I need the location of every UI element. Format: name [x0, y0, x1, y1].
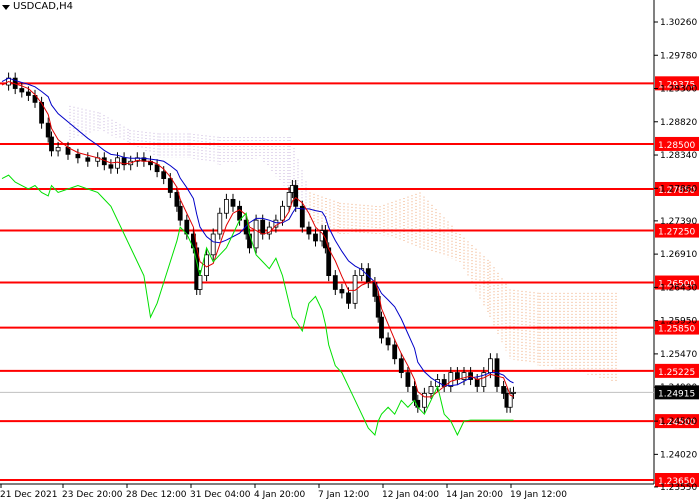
y-tick-label: 1.27860 [660, 184, 697, 194]
candle-body [474, 379, 480, 387]
candle-body [45, 122, 51, 138]
y-tick-label: 1.24500 [660, 417, 697, 427]
chikou-line [1, 174, 514, 437]
candle-body [174, 192, 180, 207]
candle-body [428, 386, 434, 394]
y-tick-label: 1.25470 [660, 350, 697, 360]
candle-body [25, 91, 31, 96]
candle-body [223, 198, 229, 214]
price-chart: 1.293751.285001.278501.272501.265001.258… [0, 0, 699, 500]
candle-body [448, 372, 454, 387]
dropdown-triangle-icon[interactable] [2, 5, 10, 10]
candle-body [49, 136, 54, 152]
level-label: 1.27250 [658, 228, 695, 238]
candle-body [379, 316, 384, 339]
x-tick-label: 19 Jan 12:00 [510, 490, 567, 500]
candle-body [154, 164, 160, 173]
candle-body [412, 386, 417, 401]
symbol-header[interactable]: USDCAD,H4 [2, 1, 73, 12]
candle-body [306, 226, 312, 235]
x-tick-label: 31 Dec 04:00 [190, 490, 251, 500]
candle-body [197, 275, 203, 290]
candle-body [75, 153, 81, 159]
candle-body [167, 178, 173, 193]
x-tick-label: 23 Dec 20:00 [62, 490, 123, 500]
y-tick-label: 1.30260 [660, 18, 697, 28]
candle-body [293, 185, 299, 207]
x-tick-label: 12 Jan 04:00 [382, 490, 439, 500]
y-tick-label: 1.23550 [660, 483, 697, 493]
candle-body [108, 164, 114, 169]
candle-body [260, 219, 266, 235]
y-tick-label: 1.27390 [660, 217, 697, 227]
x-tick-label: 21 Dec 2021 [0, 490, 58, 500]
x-tick-label: 14 Jan 20:00 [446, 490, 503, 500]
candle-body [286, 192, 292, 207]
candle-body [511, 391, 516, 394]
y-tick-label: 1.26910 [660, 250, 697, 260]
x-tick-label: 4 Jan 20:00 [254, 490, 306, 500]
candle-body [299, 205, 305, 228]
candle-body [346, 292, 351, 304]
candle-body [230, 198, 236, 207]
candle-body [501, 386, 507, 394]
candle-body [85, 157, 91, 162]
y-tick-label: 1.26430 [660, 283, 697, 293]
candle-body [280, 205, 285, 221]
y-tick-label: 1.24020 [660, 450, 697, 460]
y-tick-label: 1.25950 [660, 317, 697, 327]
candle-body [177, 205, 183, 221]
candle-body [217, 212, 223, 235]
candle-body [253, 219, 259, 249]
candle-body [332, 275, 338, 290]
x-tick-label: 28 Dec 12:00 [126, 490, 187, 500]
y-tick-label: 1.28820 [660, 118, 697, 128]
candle-body [55, 147, 61, 152]
level-label: 1.25225 [658, 368, 695, 378]
candle-body [210, 233, 216, 256]
candle-body [405, 372, 411, 387]
candle-body [454, 372, 460, 380]
symbol-label: USDCAD,H4 [13, 1, 73, 12]
candle-body [313, 233, 318, 242]
candle-body [161, 171, 167, 179]
y-tick-label: 1.29300 [660, 85, 697, 95]
candle-body [247, 233, 252, 249]
candle-body [487, 358, 493, 374]
y-tick-label: 1.29780 [660, 51, 697, 61]
y-tick-label: 1.28340 [660, 151, 697, 161]
candle-body [19, 88, 25, 93]
candle-body [385, 337, 391, 346]
candle-body [339, 289, 345, 294]
candle-body [398, 358, 404, 374]
level-label: 1.28500 [658, 141, 695, 151]
x-tick-label: 7 Jan 12:00 [318, 490, 370, 500]
last-price-label: 1.24915 [658, 389, 695, 399]
chart-area: 1.29375 1.28500 1.27850 1.27250 1.26500 1.258… [0, 0, 700, 500]
candle-body [392, 344, 398, 360]
